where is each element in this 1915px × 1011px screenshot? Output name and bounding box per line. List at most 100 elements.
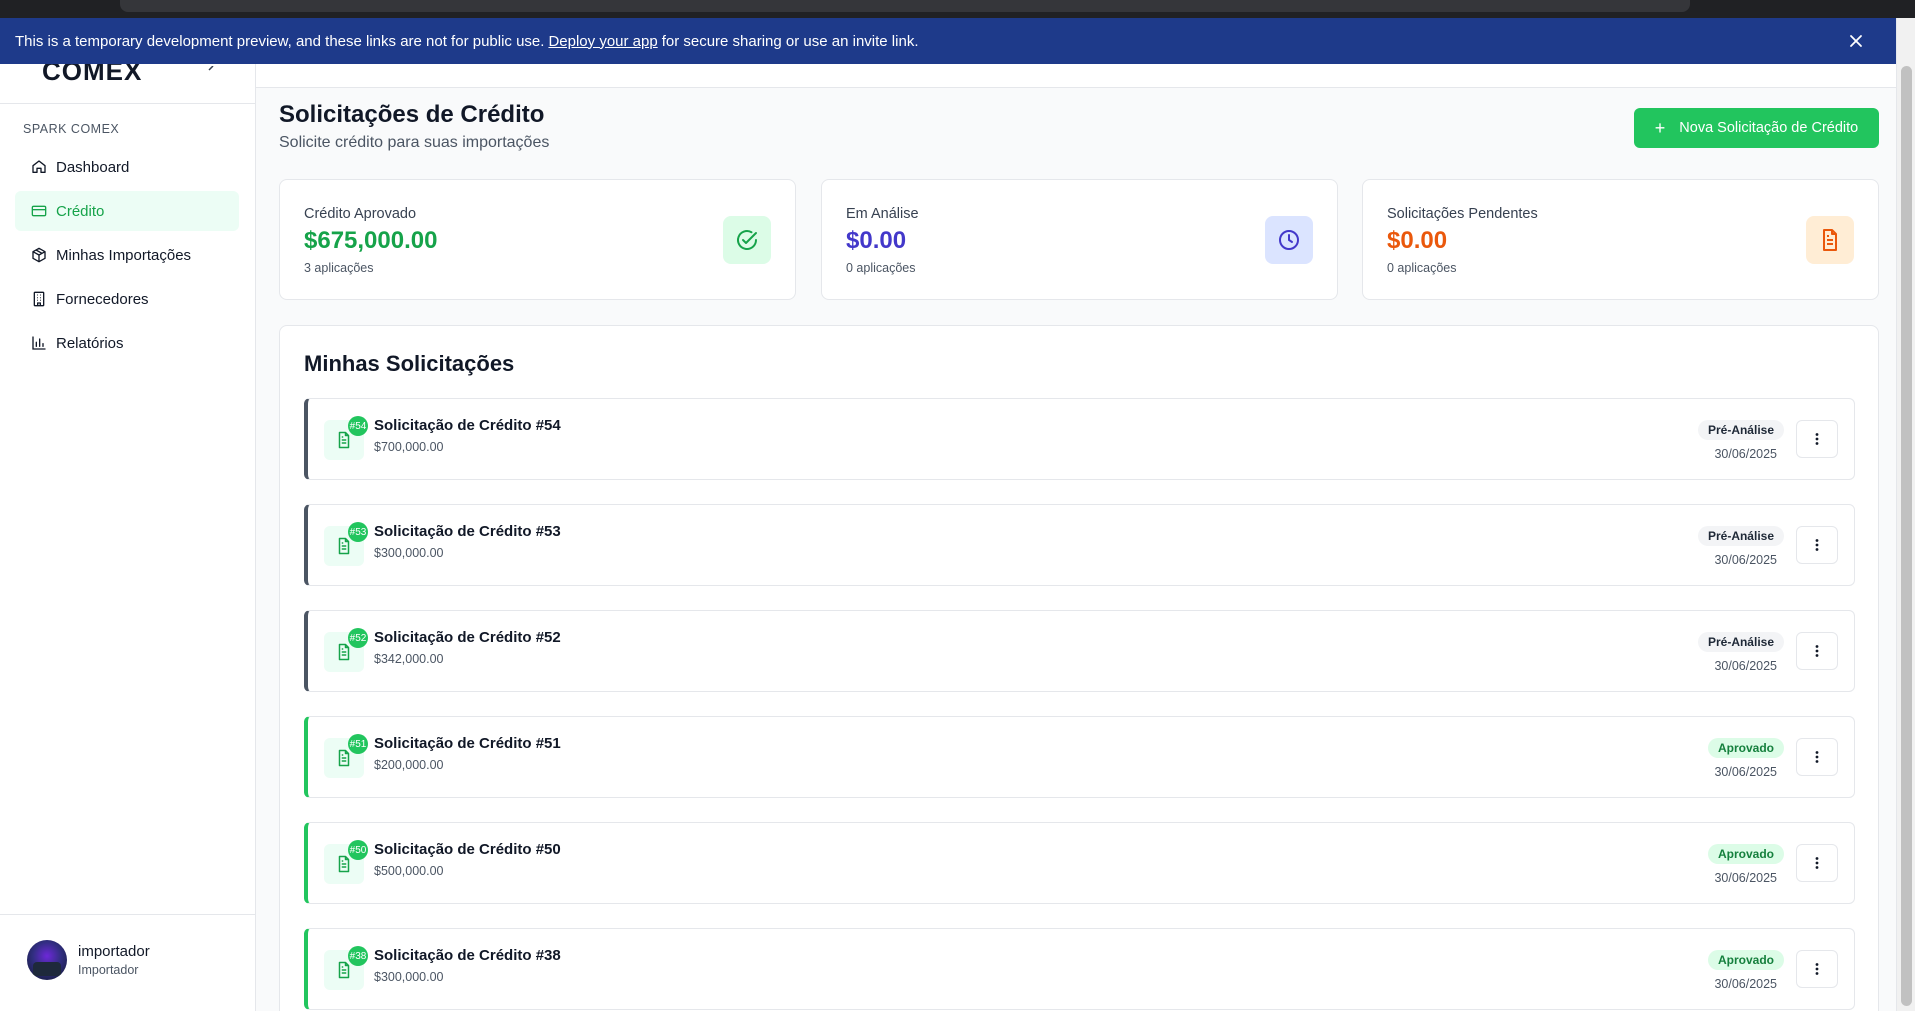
status-badge: Pré-Análise bbox=[1697, 632, 1784, 652]
more-vertical-icon bbox=[1815, 963, 1819, 975]
file-text-icon bbox=[338, 537, 350, 555]
banner-text: This is a temporary development preview,… bbox=[15, 32, 545, 50]
sidebar-item-label: Dashboard bbox=[56, 158, 130, 176]
bar-chart-icon bbox=[32, 336, 46, 350]
sidebar-item-label: Fornecedores bbox=[56, 290, 149, 308]
home-icon bbox=[32, 160, 46, 173]
request-date: 30/06/2025 bbox=[1714, 977, 1777, 991]
stat-value: $0.00 bbox=[846, 227, 907, 254]
sidebar-item-label: Crédito bbox=[56, 202, 105, 220]
stat-label: Em Análise bbox=[846, 206, 919, 222]
file-text-icon bbox=[338, 749, 350, 767]
stat-label: Crédito Aprovado bbox=[304, 206, 417, 222]
close-icon bbox=[1850, 35, 1862, 47]
sidebar-item-fornecedores[interactable]: Fornecedores bbox=[15, 279, 239, 319]
new-credit-request-button[interactable]: + Nova Solicitação de Crédito bbox=[1634, 108, 1879, 148]
banner-close-button[interactable] bbox=[1844, 29, 1868, 53]
check-circle-icon bbox=[737, 230, 757, 250]
sidebar-item-dashboard[interactable]: Dashboard bbox=[15, 147, 239, 187]
request-title: Solicitação de Crédito #50 bbox=[374, 841, 561, 858]
page-scrollbar[interactable] bbox=[1896, 18, 1915, 1011]
sidebar-section-label: SPARK COMEX bbox=[23, 122, 120, 136]
status-badge: Aprovado bbox=[1707, 738, 1784, 758]
request-date: 30/06/2025 bbox=[1714, 871, 1777, 885]
credit-card-icon bbox=[31, 205, 47, 217]
request-item[interactable]: #52 Solicitação de Crédito #52 $342,000.… bbox=[304, 610, 1855, 692]
plus-icon: + bbox=[1654, 118, 1666, 138]
request-amount: $200,000.00 bbox=[374, 758, 444, 772]
request-menu-button[interactable] bbox=[1796, 526, 1838, 564]
file-text-icon bbox=[338, 961, 350, 979]
sidebar-item-relatorios[interactable]: Relatórios bbox=[15, 323, 239, 363]
browser-toolbar bbox=[0, 0, 1915, 18]
request-number-badge: #50 bbox=[348, 840, 368, 860]
request-menu-button[interactable] bbox=[1796, 632, 1838, 670]
building-icon bbox=[33, 291, 45, 307]
more-vertical-icon bbox=[1815, 857, 1819, 869]
request-date: 30/06/2025 bbox=[1714, 765, 1777, 779]
sidebar-item-credito[interactable]: Crédito bbox=[15, 191, 239, 231]
request-item[interactable]: #54 Solicitação de Crédito #54 $700,000.… bbox=[304, 398, 1855, 480]
banner-text-end: for secure sharing or use an invite link… bbox=[661, 32, 919, 50]
chevron-left-icon[interactable] bbox=[206, 66, 216, 74]
dev-preview-banner: This is a temporary development preview,… bbox=[0, 18, 1896, 64]
request-number-badge: #54 bbox=[348, 416, 368, 436]
user-profile[interactable]: importador Importador bbox=[0, 914, 255, 1011]
request-item[interactable]: #53 Solicitação de Crédito #53 $300,000.… bbox=[304, 504, 1855, 586]
more-vertical-icon bbox=[1815, 751, 1819, 763]
request-number-badge: #52 bbox=[348, 628, 368, 648]
requests-card: Minhas Solicitações #54 Solicitação de C… bbox=[279, 325, 1879, 1011]
sidebar: COMEX SPARK COMEX Dashboard Crédito Minh… bbox=[0, 18, 256, 1011]
page-title: Solicitações de Crédito bbox=[279, 101, 545, 128]
status-badge: Aprovado bbox=[1707, 950, 1784, 970]
request-amount: $500,000.00 bbox=[374, 864, 444, 878]
file-text-icon bbox=[338, 855, 350, 873]
request-item[interactable]: #50 Solicitação de Crédito #50 $500,000.… bbox=[304, 822, 1855, 904]
page-subtitle: Solicite crédito para suas importações bbox=[279, 134, 550, 151]
stat-label: Solicitações Pendentes bbox=[1387, 206, 1538, 222]
file-icon bbox=[1823, 229, 1837, 251]
request-date: 30/06/2025 bbox=[1714, 447, 1777, 461]
request-menu-button[interactable] bbox=[1796, 844, 1838, 882]
request-amount: $300,000.00 bbox=[374, 546, 444, 560]
user-name: importador bbox=[78, 943, 150, 960]
request-amount: $300,000.00 bbox=[374, 970, 444, 984]
address-bar[interactable] bbox=[120, 0, 1690, 12]
stat-card-approved: Crédito Aprovado $675,000.00 3 aplicaçõe… bbox=[279, 179, 796, 300]
request-date: 30/06/2025 bbox=[1714, 659, 1777, 673]
stat-icon-box bbox=[1265, 216, 1313, 264]
status-badge: Pré-Análise bbox=[1697, 526, 1784, 546]
avatar[interactable] bbox=[27, 940, 67, 980]
request-menu-button[interactable] bbox=[1796, 420, 1838, 458]
sidebar-item-label: Minhas Importações bbox=[56, 246, 192, 264]
request-amount: $700,000.00 bbox=[374, 440, 444, 454]
stat-card-analysis: Em Análise $0.00 0 aplicações bbox=[821, 179, 1338, 300]
request-number-badge: #51 bbox=[348, 734, 368, 754]
request-menu-button[interactable] bbox=[1796, 950, 1838, 988]
request-title: Solicitação de Crédito #54 bbox=[374, 417, 561, 434]
status-badge: Pré-Análise bbox=[1697, 420, 1784, 440]
sidebar-item-label: Relatórios bbox=[56, 334, 124, 352]
request-menu-button[interactable] bbox=[1796, 738, 1838, 776]
request-item[interactable]: #38 Solicitação de Crédito #38 $300,000.… bbox=[304, 928, 1855, 1010]
request-amount: $342,000.00 bbox=[374, 652, 444, 666]
scrollbar-thumb[interactable] bbox=[1901, 66, 1912, 1006]
request-title: Solicitação de Crédito #51 bbox=[374, 735, 561, 752]
deploy-link[interactable]: Deploy your app bbox=[548, 33, 657, 50]
stat-sub: 3 aplicações bbox=[304, 261, 374, 275]
logo-area: COMEX bbox=[0, 64, 255, 104]
stat-icon-box bbox=[1806, 216, 1854, 264]
request-number-badge: #53 bbox=[348, 522, 368, 542]
request-item[interactable]: #51 Solicitação de Crédito #51 $200,000.… bbox=[304, 716, 1855, 798]
sidebar-nav: Dashboard Crédito Minhas Importações For… bbox=[15, 147, 239, 367]
new-credit-request-label: Nova Solicitação de Crédito bbox=[1679, 120, 1859, 136]
stat-card-pending: Solicitações Pendentes $0.00 0 aplicaçõe… bbox=[1362, 179, 1879, 300]
file-text-icon bbox=[338, 643, 350, 661]
sidebar-item-importacoes[interactable]: Minhas Importações bbox=[15, 235, 239, 275]
status-badge: Aprovado bbox=[1707, 844, 1784, 864]
request-title: Solicitação de Crédito #52 bbox=[374, 629, 561, 646]
logo[interactable]: COMEX bbox=[42, 64, 142, 84]
request-title: Solicitação de Crédito #38 bbox=[374, 947, 561, 964]
request-number-badge: #38 bbox=[348, 946, 368, 966]
more-vertical-icon bbox=[1815, 539, 1819, 551]
